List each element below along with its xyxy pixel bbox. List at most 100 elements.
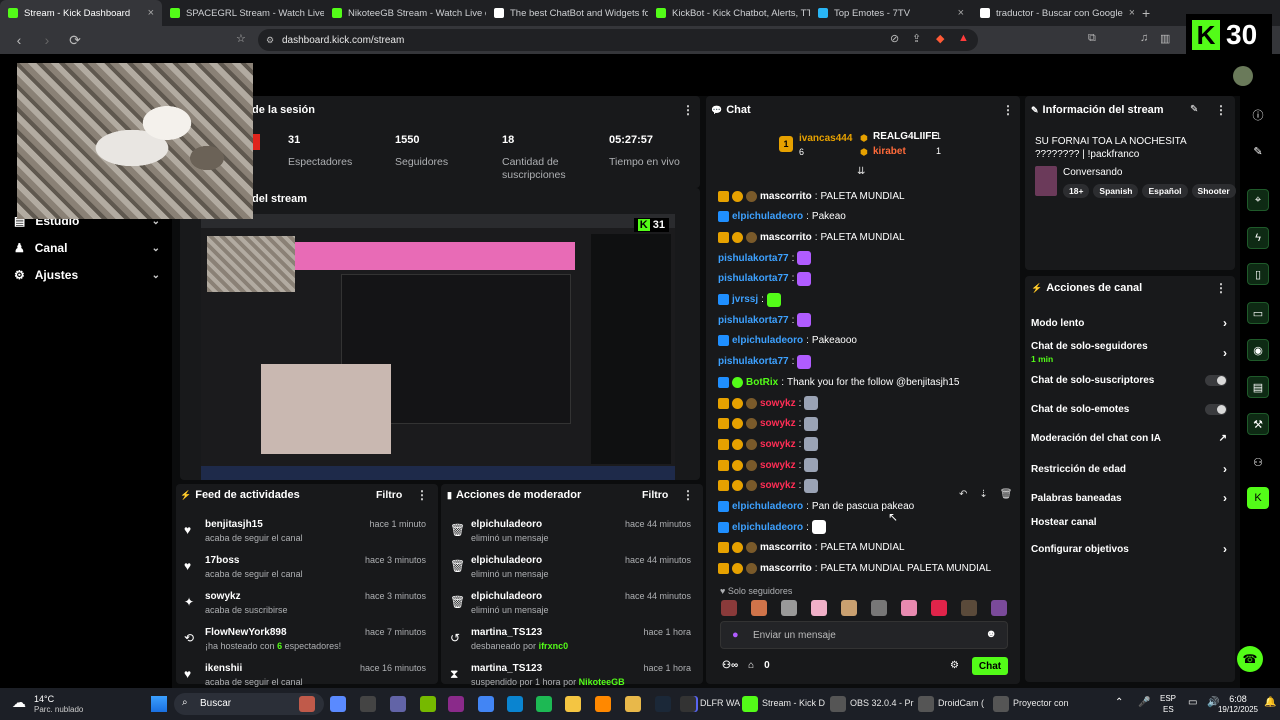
chat-username[interactable]: mascorrito bbox=[760, 232, 812, 243]
feed-filter-button[interactable]: Filtro bbox=[376, 489, 402, 501]
channel-action-item[interactable]: Modo lento › bbox=[1031, 316, 1227, 330]
media-icon[interactable]: ♫ bbox=[1140, 32, 1148, 44]
reload-icon[interactable]: ⟳ bbox=[66, 32, 84, 49]
tray-mic-icon[interactable]: 🎤 bbox=[1138, 697, 1150, 708]
chat-collapse-icon[interactable]: ⇊ bbox=[857, 166, 865, 177]
reply-icon[interactable]: ↶ bbox=[959, 489, 967, 505]
tray-chevron-icon[interactable]: ⌃ bbox=[1115, 697, 1123, 708]
channel-action-item[interactable]: Moderación del chat con IA ↗ bbox=[1031, 433, 1227, 444]
channel-action-item[interactable]: Configurar objetivos › bbox=[1031, 542, 1227, 556]
chat-username[interactable]: pishulakorta77 bbox=[718, 315, 789, 326]
pencil-icon[interactable]: ✎ bbox=[1247, 140, 1269, 162]
layout-icon[interactable]: ▤ bbox=[1247, 376, 1269, 398]
chat-message[interactable]: BotRix: Thank you for the follow @benjita… bbox=[718, 374, 960, 390]
taskbar-app-icon[interactable] bbox=[680, 696, 696, 712]
taskbar-app-label[interactable]: Stream - Kick D bbox=[762, 698, 825, 708]
camera-blocked-icon[interactable]: ⊘ bbox=[890, 32, 899, 45]
taskbar-app-icon[interactable] bbox=[993, 696, 1009, 712]
lang-code[interactable]: ESP bbox=[1160, 694, 1176, 703]
sidepanel-icon[interactable]: ▥ bbox=[1160, 32, 1170, 45]
chat-username[interactable]: pishulakorta77 bbox=[718, 253, 789, 264]
edge-icon[interactable] bbox=[507, 696, 523, 712]
browser-tab[interactable]: Stream - Kick Dashboard × bbox=[0, 0, 162, 26]
mod-action-user[interactable]: elpichuladeoro bbox=[471, 519, 542, 530]
chat-settings-icon[interactable]: ⚙ bbox=[950, 660, 959, 671]
bolt-icon[interactable]: ϟ bbox=[1247, 227, 1269, 249]
feed-item[interactable]: ⟲ FlowNewYork898 hace 7 minutos ¡ha hostead… bbox=[184, 627, 434, 657]
help-button[interactable]: ☎ bbox=[1237, 646, 1263, 672]
chat-username[interactable]: elpichuladeoro bbox=[732, 522, 803, 533]
category-name[interactable]: Conversando bbox=[1063, 167, 1122, 178]
emoji-picker-icon[interactable]: ☻ bbox=[985, 628, 997, 640]
mod-action-item[interactable]: 🗑 elpichuladeoro hace 44 minutos eliminó un… bbox=[450, 555, 695, 585]
recent-emote-icon[interactable] bbox=[871, 600, 887, 616]
browser-tab[interactable]: The best ChatBot and Widgets for Ki× bbox=[486, 0, 648, 26]
weather-icon[interactable]: ☁ bbox=[12, 694, 26, 711]
mic-icon[interactable]: ● bbox=[732, 629, 739, 641]
nvidia-icon[interactable] bbox=[420, 696, 436, 712]
feed-user[interactable]: ikenshii bbox=[205, 663, 242, 674]
feed-user[interactable]: 17boss bbox=[205, 555, 239, 566]
chat-message[interactable]: elpichuladeoro: Pakeao bbox=[718, 209, 846, 225]
pin-icon[interactable]: ⇣ bbox=[979, 489, 987, 505]
recent-emote-icon[interactable] bbox=[811, 600, 827, 616]
extensions-icon[interactable]: ⧉ bbox=[1088, 32, 1096, 45]
new-tab-icon[interactable]: + bbox=[1134, 5, 1158, 21]
taskbar-app-icon[interactable] bbox=[918, 696, 934, 712]
document-icon[interactable]: ▯ bbox=[1247, 263, 1269, 285]
mod-desc-user[interactable]: ifrxnc0 bbox=[539, 641, 569, 651]
mod-action-item[interactable]: 🗑 elpichuladeoro hace 44 minutos eliminó un… bbox=[450, 591, 695, 621]
mod-filter-button[interactable]: Filtro bbox=[642, 489, 668, 501]
toggle-switch[interactable] bbox=[1205, 404, 1227, 415]
chat-message[interactable]: pishulakorta77: bbox=[718, 354, 812, 370]
spotify-icon[interactable] bbox=[536, 696, 552, 712]
channel-points[interactable]: ⚇∞ ⌂ 0 bbox=[722, 660, 770, 671]
channel-action-item[interactable]: Palabras baneadas › bbox=[1031, 491, 1227, 505]
feed-item[interactable]: ♥ 17boss hace 3 minutos acaba de seguir el … bbox=[184, 555, 434, 585]
explorer-icon[interactable] bbox=[565, 696, 581, 712]
kick-app-icon[interactable]: K bbox=[1247, 487, 1269, 509]
mod-action-item[interactable]: ⧗ martina_TS123 hace 1 hora suspendido por … bbox=[450, 663, 695, 693]
mod-action-item[interactable]: ↺ martina_TS123 hace 1 hora desbaneado por … bbox=[450, 627, 695, 657]
chat-input-box[interactable]: ● Enviar un mensaje ☻ bbox=[720, 621, 1008, 649]
vlc-icon[interactable] bbox=[595, 696, 611, 712]
chat-message[interactable]: sowykz: bbox=[718, 436, 819, 452]
network-icon[interactable]: ▭ bbox=[1188, 697, 1197, 708]
mod-menu-icon[interactable]: ⋮ bbox=[682, 488, 694, 502]
leader-name[interactable]: ivancas444 bbox=[799, 133, 852, 144]
channel-action-item[interactable]: Chat de solo-seguidores 1 min › bbox=[1031, 341, 1227, 364]
chat-message[interactable]: jvrssj: bbox=[718, 292, 781, 308]
leader-name[interactable]: kirabet bbox=[873, 146, 906, 157]
chat-message[interactable]: sowykz: bbox=[718, 478, 819, 494]
channel-actions-menu-icon[interactable]: ⋮ bbox=[1215, 281, 1227, 295]
channel-action-item[interactable]: Hostear canal bbox=[1031, 517, 1227, 528]
user-avatar[interactable] bbox=[1233, 66, 1253, 86]
feed-user[interactable]: benjitasjh15 bbox=[205, 519, 263, 530]
chat-username[interactable]: sowykz bbox=[760, 418, 796, 429]
back-icon[interactable]: ‹ bbox=[10, 32, 28, 48]
chat-username[interactable]: mascorrito bbox=[760, 563, 812, 574]
chat-send-button[interactable]: Chat bbox=[972, 657, 1008, 675]
recent-emote-icon[interactable] bbox=[991, 600, 1007, 616]
recent-emote-icon[interactable] bbox=[841, 600, 857, 616]
mod-action-user[interactable]: martina_TS123 bbox=[471, 663, 542, 674]
channel-action-item[interactable]: Chat de solo-suscriptores bbox=[1031, 375, 1227, 386]
leader-name[interactable]: REALG4LIIFE bbox=[873, 131, 938, 142]
browser-tab[interactable]: Top Emotes - 7TV × bbox=[810, 0, 972, 26]
chat-username[interactable]: pishulakorta77 bbox=[718, 273, 789, 284]
stream-info-menu-icon[interactable]: ⋮ bbox=[1215, 103, 1227, 117]
chat-message[interactable]: elpichuladeoro: Pan de pascua pakeao bbox=[718, 499, 914, 515]
feed-menu-icon[interactable]: ⋮ bbox=[416, 488, 428, 502]
browser-tab[interactable]: SPACEGRL Stream - Watch Live on Ki× bbox=[162, 0, 324, 26]
browser-tab[interactable]: KickBot - Kick Chatbot, Alerts, TTS, C× bbox=[648, 0, 810, 26]
chat-message[interactable]: mascorrito: PALETA MUNDIAL PALETA MUNDIAL bbox=[718, 561, 991, 577]
chat-username[interactable]: elpichuladeoro bbox=[732, 501, 803, 512]
chat-menu-icon[interactable]: ⋮ bbox=[1002, 103, 1014, 117]
scan-icon[interactable]: ⌖ bbox=[1247, 189, 1269, 211]
nav-item-ajustes[interactable]: ⚙ Ajustes ⌄ bbox=[14, 268, 160, 282]
site-info-icon[interactable]: ⚙ bbox=[266, 35, 274, 46]
edit-stream-icon[interactable]: ✎ bbox=[1190, 104, 1198, 115]
bookmark-icon[interactable]: ☆ bbox=[236, 32, 246, 45]
feed-user[interactable]: sowykz bbox=[205, 591, 241, 602]
extension-alert-icon[interactable]: ▲ bbox=[958, 32, 969, 44]
